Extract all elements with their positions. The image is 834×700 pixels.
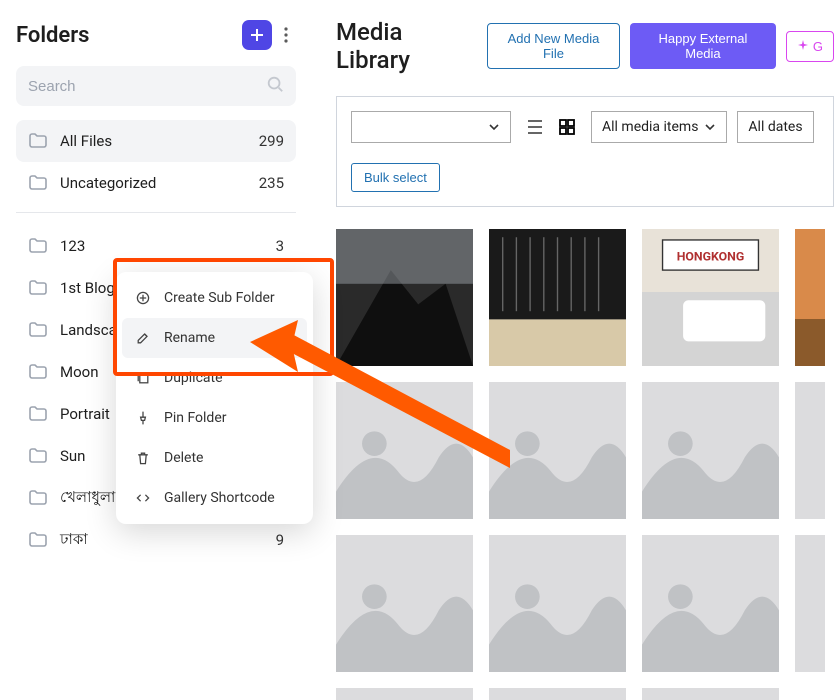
filter-panel: All media items All dates Bulk select [336, 96, 834, 207]
media-thumb[interactable] [642, 535, 779, 672]
context-pin-folder[interactable]: Pin Folder [122, 398, 307, 438]
sidebar-item-label: Uncategorized [60, 174, 259, 192]
bulk-select-button[interactable]: Bulk select [351, 163, 440, 192]
media-thumb[interactable] [642, 382, 779, 519]
context-duplicate[interactable]: Duplicate [122, 358, 307, 398]
folder-icon [28, 488, 48, 508]
plus-circle-icon [132, 290, 154, 306]
sidebar-item-all-files[interactable]: All Files299 [16, 120, 296, 162]
media-thumb[interactable] [336, 688, 473, 700]
add-media-button[interactable]: Add New Media File [487, 23, 620, 69]
context-create-sub-folder[interactable]: Create Sub Folder [122, 278, 307, 318]
more-vertical-icon [284, 27, 288, 43]
media-thumb[interactable] [795, 535, 825, 672]
sidebar-item-uncategorized[interactable]: Uncategorized235 [16, 162, 296, 204]
context-item-label: Pin Folder [164, 410, 227, 426]
context-delete[interactable]: Delete [122, 438, 307, 478]
sidebar-title: Folders [16, 23, 242, 48]
context-menu: Create Sub Folder Rename Duplicate Pin Fold… [116, 272, 313, 524]
folder-icon [28, 320, 48, 340]
list-icon [526, 118, 544, 136]
sidebar-folder-label: ঢাকা [60, 528, 276, 553]
search-input[interactable] [28, 78, 266, 95]
context-item-label: Gallery Shortcode [164, 490, 275, 506]
sidebar-folder-count: 3 [276, 237, 284, 255]
external-media-button[interactable]: Happy External Media [630, 23, 776, 69]
context-item-label: Duplicate [164, 370, 223, 386]
media-thumb[interactable] [489, 688, 626, 700]
media-thumb[interactable] [336, 382, 473, 519]
divider [16, 212, 296, 213]
sidebar-folder[interactable]: ঢাকা9 [16, 519, 296, 561]
grid-view-button[interactable] [553, 113, 581, 141]
folder-icon [28, 173, 48, 193]
sidebar-item-count: 235 [259, 174, 284, 192]
context-item-label: Delete [164, 450, 203, 466]
pin-icon [132, 410, 154, 426]
media-type-select[interactable]: All media items [591, 111, 727, 143]
media-thumb[interactable]: HONGKONG [642, 229, 779, 366]
chevron-down-icon [488, 121, 500, 133]
sidebar-folder-count: 9 [276, 531, 284, 549]
media-thumb[interactable] [642, 688, 779, 700]
edit-icon [132, 330, 154, 346]
media-thumb[interactable] [795, 229, 825, 366]
dates-label: All dates [748, 119, 802, 135]
media-thumb[interactable] [336, 535, 473, 672]
folder-icon [28, 404, 48, 424]
context-rename[interactable]: Rename [122, 318, 307, 358]
plus-icon [250, 28, 264, 42]
dates-select[interactable]: All dates [737, 111, 813, 143]
trash-icon [132, 450, 154, 466]
page-title: Media Library [336, 18, 471, 74]
media-thumb[interactable] [489, 535, 626, 672]
folder-icon [28, 530, 48, 550]
folder-icon [28, 446, 48, 466]
search-icon [266, 75, 284, 97]
code-icon [132, 490, 154, 506]
folder-icon [28, 362, 48, 382]
context-item-label: Create Sub Folder [164, 290, 275, 306]
context-item-label: Rename [164, 330, 215, 346]
main-content: Media Library Add New Media File Happy E… [312, 0, 834, 656]
svg-text:HONGKONG: HONGKONG [677, 251, 745, 265]
media-thumb[interactable] [489, 382, 626, 519]
sidebar-item-label: All Files [60, 132, 259, 150]
media-thumb[interactable] [336, 229, 473, 366]
list-view-button[interactable] [521, 113, 549, 141]
media-grid: HONGKONG [336, 229, 834, 700]
media-type-label: All media items [602, 119, 698, 135]
sparkle-icon [797, 40, 809, 52]
sidebar-folder[interactable]: 1233 [16, 225, 296, 267]
folder-filter-select[interactable] [351, 111, 511, 143]
generate-button[interactable]: G [786, 31, 834, 62]
chevron-down-icon [704, 121, 716, 133]
sidebar-folder-label: 123 [60, 237, 276, 255]
generate-label: G [813, 39, 823, 54]
search-input-wrapper[interactable] [16, 66, 296, 106]
add-folder-button[interactable] [242, 20, 272, 50]
copy-icon [132, 370, 154, 386]
context-gallery-shortcode[interactable]: Gallery Shortcode [122, 478, 307, 518]
media-thumb[interactable] [489, 229, 626, 366]
sidebar-more-button[interactable] [276, 20, 296, 50]
grid-icon [558, 118, 576, 136]
sidebar-item-count: 299 [259, 132, 284, 150]
media-thumb[interactable] [795, 382, 825, 519]
folder-icon [28, 278, 48, 298]
folder-icon [28, 236, 48, 256]
folder-icon [28, 131, 48, 151]
